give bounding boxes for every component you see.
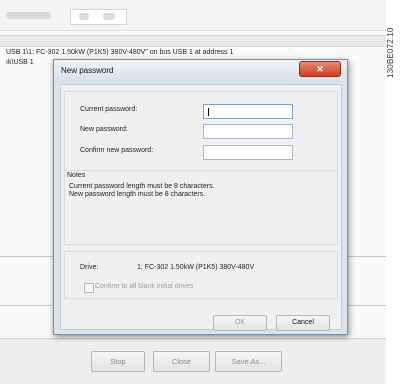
confirm-all-drives-label: Confirm to all blank initial drives: [95, 283, 194, 290]
dialog-title: New password: [61, 66, 114, 75]
blurred-field-text: [79, 13, 89, 20]
close-icon[interactable]: ✕: [299, 61, 341, 77]
drive-label: Drive:: [80, 264, 99, 271]
bus-address-line-partial: ık\USB 1: [6, 59, 34, 66]
new-password-field[interactable]: [203, 124, 293, 139]
dialog-titlebar[interactable]: New password ✕: [54, 60, 347, 82]
current-password-label: Current password:: [80, 106, 138, 113]
password-fields-group: Current password: New password: Confirm …: [64, 91, 338, 173]
notes-line: New password length must be 8 characters…: [69, 191, 206, 198]
document-code: 130BE072.10: [386, 27, 395, 78]
current-password-field[interactable]: [203, 104, 293, 119]
background-button-bar: Stop Close Save As...: [0, 338, 386, 384]
stop-button[interactable]: Stop: [91, 351, 145, 372]
notes-group: Notes Current password length must be 8 …: [64, 170, 338, 245]
blurred-toolbar-label: [6, 12, 51, 19]
drive-group: Drive: 1; FC-302 1.50kW (P1K5) 380V-480V…: [64, 251, 338, 299]
confirm-all-drives-checkbox[interactable]: [84, 283, 94, 293]
new-password-dialog: New password ✕ Current password: New pas…: [53, 59, 348, 335]
background-path-bar: [0, 35, 386, 47]
background-toolbar: [0, 0, 386, 31]
bus-address-line: USB 1\1; FC-302 1.50kW (P1K5) 380V-480V"…: [6, 49, 234, 56]
notes-heading: Notes: [67, 172, 86, 179]
cancel-button[interactable]: Cancel: [276, 315, 330, 331]
text-caret: [208, 108, 209, 116]
confirm-password-field[interactable]: [203, 145, 293, 160]
blurred-field-text: [103, 13, 115, 20]
notes-line: Current password length must be 8 charac…: [69, 183, 215, 190]
new-password-label: New password:: [80, 126, 128, 133]
dialog-content: Current password: New password: Confirm …: [60, 84, 342, 331]
close-button[interactable]: Close: [153, 351, 210, 372]
drive-value: 1; FC-302 1.50kW (P1K5) 380V-480V: [137, 264, 255, 271]
ok-button[interactable]: OK: [213, 315, 267, 331]
blurred-toolbar-field: [70, 9, 127, 25]
save-as-button[interactable]: Save As...: [215, 351, 282, 372]
confirm-password-label: Confirm new password:: [80, 147, 154, 154]
